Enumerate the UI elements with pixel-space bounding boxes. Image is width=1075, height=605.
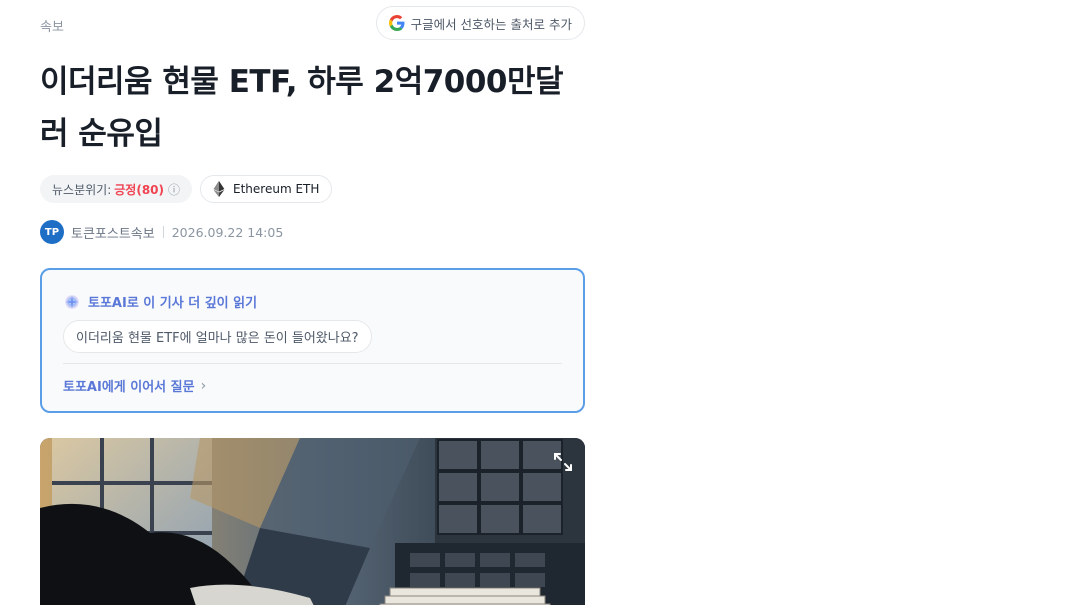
sentiment-label: 뉴스분위기: bbox=[52, 182, 112, 197]
byline: TP 토큰포스트속보 2026.09.22 14:05 bbox=[40, 220, 283, 244]
ai-box-divider bbox=[63, 363, 562, 364]
ai-continue-question-link[interactable]: 토포AI에게 이어서 질문 › bbox=[63, 376, 207, 396]
coin-label: Ethereum ETH bbox=[233, 182, 320, 196]
info-icon[interactable]: ⓘ bbox=[168, 181, 180, 198]
publish-date: 2026.09.22 14:05 bbox=[171, 224, 284, 240]
ai-box-heading: 토포AI로 이 기사 더 깊이 읽기 bbox=[64, 292, 257, 311]
article-title: 이더리움 현물 ETF, 하루 2억7000만달러 순유입 bbox=[40, 64, 564, 152]
category-label: 속보 bbox=[40, 20, 64, 35]
expand-icon[interactable] bbox=[551, 450, 575, 474]
news-sentiment-chip[interactable]: 뉴스분위기: 긍정(80) ⓘ bbox=[40, 175, 193, 203]
ai-box-heading-text: 토포AI로 이 기사 더 깊이 읽기 bbox=[88, 296, 258, 311]
hero-illustration bbox=[40, 438, 585, 605]
author-avatar[interactable]: TP bbox=[40, 220, 64, 244]
add-google-preferred-source-button[interactable]: 구글에서 선호하는 출처로 추가 bbox=[375, 6, 585, 40]
article-topbar: 속보 구글에서 선호하는 출처로 추가 bbox=[40, 6, 585, 40]
ai-deep-read-box: 토포AI로 이 기사 더 깊이 읽기 이더리움 현물 ETF에 얼마나 많은 돈… bbox=[40, 268, 585, 413]
article-meta-chips: 뉴스분위기: 긍정(80) ⓘ Ethereum ETH bbox=[40, 175, 333, 203]
ai-suggested-question[interactable]: 이더리움 현물 ETF에 얼마나 많은 돈이 들어왔나요? bbox=[63, 320, 372, 353]
ai-continue-label: 토포AI에게 이어서 질문 bbox=[63, 380, 195, 395]
sentiment-value: 긍정(80) bbox=[114, 182, 164, 197]
google-button-label: 구글에서 선호하는 출처로 추가 bbox=[410, 16, 572, 32]
author-name[interactable]: 토큰포스트속보 bbox=[71, 223, 155, 242]
ai-sparkle-icon bbox=[65, 294, 79, 309]
article-hero-image[interactable] bbox=[40, 438, 585, 605]
chevron-right-icon: › bbox=[200, 377, 207, 394]
google-g-icon bbox=[388, 15, 405, 31]
ethereum-icon bbox=[213, 181, 225, 197]
coin-tag-chip[interactable]: Ethereum ETH bbox=[200, 175, 333, 203]
byline-divider bbox=[162, 226, 164, 238]
